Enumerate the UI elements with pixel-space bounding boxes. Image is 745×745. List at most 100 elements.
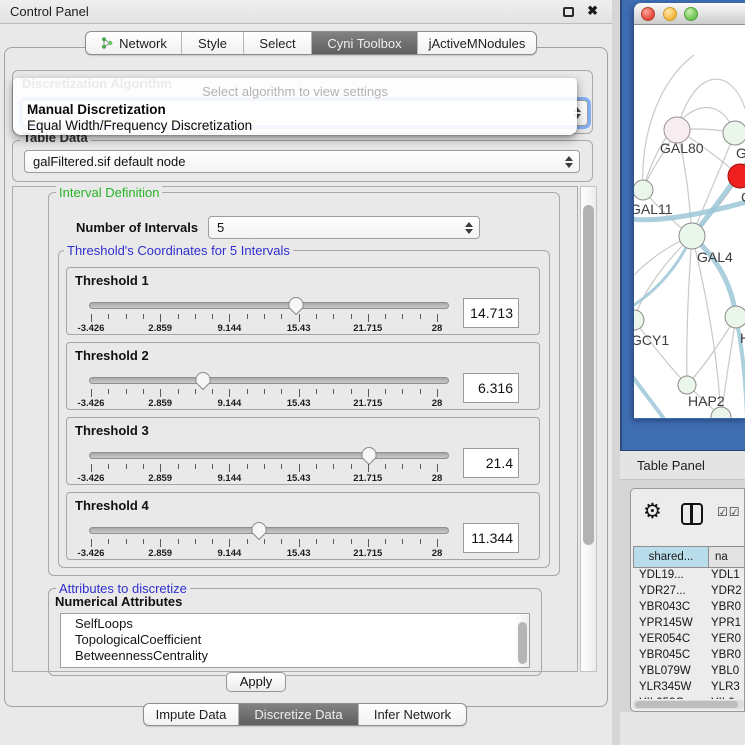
tab-label: Network <box>119 36 167 51</box>
table-horizontal-scrollbar[interactable] <box>633 700 744 709</box>
network-node[interactable] <box>725 306 745 328</box>
tick-label: 15.43 <box>287 473 311 484</box>
slider-thumb-icon[interactable] <box>251 521 267 541</box>
table-row[interactable]: YBR045CYBR0 <box>633 649 745 665</box>
split-columns-icon[interactable] <box>681 503 703 525</box>
scrollbar-thumb[interactable] <box>518 622 527 664</box>
tick-label: -3.426 <box>78 398 105 409</box>
table-row[interactable]: YIL052CYIL0 <box>633 697 745 699</box>
bottom-right-filler <box>620 712 745 745</box>
scrollbar-thumb[interactable] <box>583 205 594 545</box>
slider-thumb-icon[interactable] <box>195 371 211 391</box>
attributes-scrollbar[interactable] <box>516 615 529 668</box>
threshold-slider[interactable]: -3.4262.8599.14415.4321.71528 <box>89 371 449 409</box>
threshold-slider[interactable]: -3.4262.8599.14415.4321.71528 <box>89 446 449 484</box>
tab-jactivemnodules[interactable]: jActiveMNodules <box>418 32 536 54</box>
threshold-value-field[interactable]: 6.316 <box>463 373 519 403</box>
panel-title: Control Panel <box>10 4 89 19</box>
threshold-slider[interactable]: -3.4262.8599.14415.4321.71528 <box>89 521 449 559</box>
tick-label: 21.715 <box>353 548 382 559</box>
list-item[interactable]: BetweennessCentrality <box>61 648 529 664</box>
tab-impute-data[interactable]: Impute Data <box>144 704 239 725</box>
network-window-titlebar[interactable] <box>634 3 745 25</box>
float-window-icon[interactable] <box>563 7 574 17</box>
slider-thumb-icon[interactable] <box>361 446 377 466</box>
network-node[interactable] <box>634 310 644 330</box>
tick-label: 21.715 <box>353 323 382 334</box>
tab-infer-network[interactable]: Infer Network <box>359 704 466 725</box>
table-row[interactable]: YBR043CYBR0 <box>633 601 745 617</box>
table-row[interactable]: YPR145WYPR1 <box>633 617 745 633</box>
table-row[interactable]: YLR345WYLR3 <box>633 681 745 697</box>
slider-ticks: -3.4262.8599.14415.4321.71528 <box>89 389 449 409</box>
algorithm-dropdown-popup: Select algorithm to view settings Manual… <box>13 78 577 135</box>
table-row[interactable]: YBL079WYBL0 <box>633 665 745 681</box>
tab-label: Impute Data <box>156 707 227 722</box>
close-icon[interactable]: ✖ <box>587 3 598 19</box>
tab-cyni-toolbox[interactable]: Cyni Toolbox <box>312 32 418 54</box>
zoom-green-icon[interactable] <box>684 7 698 21</box>
close-red-icon[interactable] <box>641 7 655 21</box>
network-node[interactable] <box>634 180 653 200</box>
node-label: C <box>741 189 745 205</box>
tick-label: 2.859 <box>148 323 172 334</box>
number-of-intervals-label: Number of Intervals <box>76 220 198 235</box>
threshold-label: Threshold 1 <box>75 273 149 288</box>
threshold-value-field[interactable]: 21.4 <box>463 448 519 478</box>
minimize-yellow-icon[interactable] <box>663 7 677 21</box>
network-graph: GAL80GACGAL11GAL4HGCY1HAP2 <box>634 25 745 418</box>
table-header-row: shared... na <box>633 546 745 568</box>
slider-ticks: -3.4262.8599.14415.4321.71528 <box>89 539 449 559</box>
column-header-shared[interactable]: shared... <box>633 546 709 568</box>
app-root: Control Panel ✖ Network Style Select Cyn… <box>0 0 745 745</box>
tick-label: 28 <box>432 473 443 484</box>
table-body: YDL19...YDL1YDR27...YDR2YBR043CYBR0YPR14… <box>633 569 745 699</box>
algorithm-placeholder: Select algorithm to view settings <box>13 84 577 99</box>
slider-track[interactable] <box>89 377 449 384</box>
table-data-combobox[interactable]: galFiltered.sif default node <box>24 150 580 173</box>
slider-thumb-icon[interactable] <box>288 296 304 316</box>
tab-label: Infer Network <box>374 707 451 722</box>
popup-item-equal-width-frequency[interactable]: Equal Width/Frequency Discretization <box>15 118 575 133</box>
network-canvas[interactable]: GAL80GACGAL11GAL4HGCY1HAP2 <box>634 25 745 418</box>
network-node[interactable] <box>679 223 705 249</box>
tick-label: 15.43 <box>287 323 311 334</box>
slider-track[interactable] <box>89 302 449 309</box>
network-node[interactable] <box>678 376 696 394</box>
tick-label: 9.144 <box>218 323 242 334</box>
apply-button[interactable]: Apply <box>226 672 286 692</box>
table-row[interactable]: YDR27...YDR2 <box>633 585 745 601</box>
popup-item-manual-discretization[interactable]: Manual Discretization <box>15 102 575 117</box>
network-node[interactable] <box>723 121 745 145</box>
form-vertical-scrollbar[interactable] <box>580 186 597 672</box>
table-panel: ⚙ ☑☑ shared... na YDL19...YDL1YDR27...YD… <box>630 488 745 712</box>
checkbox-checked-icons[interactable]: ☑☑ <box>717 505 741 519</box>
slider-track[interactable] <box>89 527 449 534</box>
column-header-name[interactable]: na <box>709 546 745 568</box>
bottom-tab-bar: Impute Data Discretize Data Infer Networ… <box>143 703 467 726</box>
tick-label: 28 <box>432 548 443 559</box>
table-row[interactable]: YER054CYER0 <box>633 633 745 649</box>
node-label: GAL80 <box>660 140 704 156</box>
slider-ticks: -3.4262.8599.14415.4321.71528 <box>89 464 449 484</box>
numerical-attributes-list[interactable]: SelfLoopsTopologicalCoefficientBetweenne… <box>60 613 530 668</box>
tab-select[interactable]: Select <box>244 32 312 54</box>
gear-icon[interactable]: ⚙ <box>643 501 662 523</box>
attr-items: SelfLoopsTopologicalCoefficientBetweenne… <box>61 614 529 664</box>
number-of-intervals-combobox[interactable]: 5 <box>208 216 480 239</box>
combo-arrows-icon <box>565 156 573 168</box>
list-item[interactable]: TopologicalCoefficient <box>61 632 529 648</box>
scrollbar-thumb[interactable] <box>635 701 738 708</box>
tab-style[interactable]: Style <box>182 32 244 54</box>
threshold-slider[interactable]: -3.4262.8599.14415.4321.71528 <box>89 296 449 334</box>
node-label: GAL4 <box>697 249 733 265</box>
slider-track[interactable] <box>89 452 449 459</box>
threshold-value-field[interactable]: 11.344 <box>463 523 519 553</box>
tab-discretize-data[interactable]: Discretize Data <box>239 704 359 725</box>
threshold-value-field[interactable]: 14.713 <box>463 298 519 328</box>
network-desktop: GAL80GACGAL11GAL4HGCY1HAP2 <box>620 0 745 450</box>
node-label: GA <box>736 145 745 161</box>
tab-network[interactable]: Network <box>86 32 182 54</box>
table-row[interactable]: YDL19...YDL1 <box>633 569 745 585</box>
list-item[interactable]: SelfLoops <box>61 616 529 632</box>
